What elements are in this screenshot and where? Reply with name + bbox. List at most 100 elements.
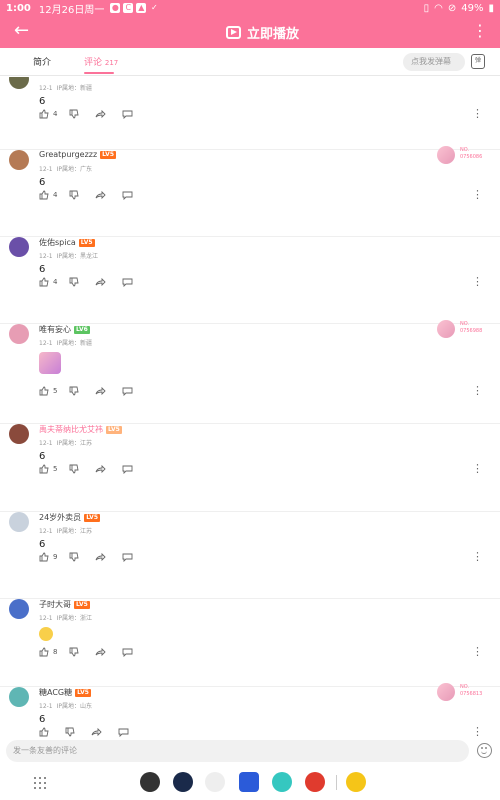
comment-more-icon[interactable]: ⋮	[472, 463, 483, 474]
avatar[interactable]	[9, 599, 29, 619]
avatar[interactable]	[9, 687, 29, 707]
username[interactable]: 禹夫蒂纳比尤艾祎 LV5	[39, 424, 122, 435]
app-messages-icon[interactable]	[205, 772, 225, 792]
avatar[interactable]	[9, 150, 29, 170]
username[interactable]: 唯有妄心 LV6	[39, 324, 90, 335]
thumb-up-icon	[39, 727, 49, 737]
thumb-up-icon	[39, 552, 49, 562]
app-netease-icon[interactable]	[305, 772, 325, 792]
dislike-button[interactable]	[69, 647, 83, 657]
danmu-input[interactable]: 点我发弹幕	[403, 53, 465, 71]
tab-comments[interactable]: 评论 217	[84, 55, 118, 68]
level-badge: LV5	[78, 238, 95, 247]
comment-more-icon[interactable]: ⋮	[472, 189, 483, 200]
dislike-button[interactable]	[69, 386, 83, 396]
reply-button[interactable]	[122, 647, 137, 657]
share-button[interactable]	[95, 277, 110, 287]
like-button[interactable]	[39, 727, 53, 737]
header: ← 立即播放 ⋮	[0, 16, 500, 48]
like-button[interactable]: 8	[39, 647, 57, 657]
avatar[interactable]	[9, 424, 29, 444]
dock-separator	[336, 775, 337, 790]
arrow-left-icon[interactable]: ←	[14, 20, 29, 42]
share-icon	[96, 552, 107, 562]
comment-more-icon[interactable]: ⋮	[472, 726, 483, 737]
dislike-button[interactable]	[69, 277, 83, 287]
reply-button[interactable]	[122, 190, 137, 200]
level-badge: LV5	[84, 513, 101, 522]
username[interactable]: 子时大哥 LV5	[39, 599, 90, 610]
app-drawer-icon[interactable]	[34, 777, 46, 789]
avatar[interactable]	[9, 77, 29, 89]
username[interactable]: Greatpurgezzz LV5	[39, 150, 116, 159]
reply-button[interactable]	[122, 464, 137, 474]
dislike-button[interactable]	[69, 464, 83, 474]
reply-input[interactable]: 发一条友善的评论	[6, 740, 469, 762]
danmu-toggle-icon[interactable]: 弹	[471, 54, 485, 69]
share-button[interactable]	[95, 552, 110, 562]
share-button[interactable]	[95, 386, 110, 396]
app-vector-icon[interactable]	[140, 772, 160, 792]
username-text: 佐佑spica	[39, 238, 76, 247]
avatar[interactable]	[9, 237, 29, 257]
comment-date: 12-1	[39, 166, 53, 173]
app-notes-icon[interactable]	[239, 772, 259, 792]
like-button[interactable]: 4	[39, 277, 57, 287]
username-text: 唯有妄心	[39, 325, 71, 334]
fan-badge-avatar	[437, 146, 455, 164]
status-time: 1:00	[6, 2, 31, 14]
comment-actions: 9	[39, 552, 149, 562]
comment-item: 糖ACG糖 LV5 12-1 IP属地：山东 6 ⋮ NO. 0756813	[0, 683, 500, 737]
thumb-up-icon	[39, 109, 49, 119]
reply-button[interactable]	[118, 727, 133, 737]
tab-intro[interactable]: 简介	[33, 55, 51, 68]
emoji-sticker	[39, 627, 53, 641]
sticker-image	[39, 352, 61, 374]
like-count: 4	[53, 278, 58, 286]
username[interactable]: 糖ACG糖 LV5	[39, 687, 91, 698]
app-qq-icon[interactable]	[346, 772, 366, 792]
share-button[interactable]	[95, 647, 110, 657]
level-badge: LV5	[100, 150, 116, 159]
play-now-button[interactable]: 立即播放	[226, 23, 299, 42]
comment-more-icon[interactable]: ⋮	[472, 108, 483, 119]
dislike-button[interactable]	[69, 552, 83, 562]
level-badge: LV5	[75, 688, 91, 697]
comment-meta: 12-1 IP属地：新疆	[39, 338, 92, 347]
share-button[interactable]	[95, 464, 110, 474]
comment-icon	[123, 648, 133, 657]
reply-button[interactable]	[122, 552, 137, 562]
emoji-icon[interactable]	[477, 743, 492, 758]
dislike-button[interactable]	[69, 109, 83, 119]
dislike-button[interactable]	[69, 190, 83, 200]
reply-button[interactable]	[122, 109, 137, 119]
like-button[interactable]: 5	[39, 464, 57, 474]
comment-more-icon[interactable]: ⋮	[472, 385, 483, 396]
like-button[interactable]: 4	[39, 109, 57, 119]
comment-more-icon[interactable]: ⋮	[472, 646, 483, 657]
app-browser-icon[interactable]	[272, 772, 292, 792]
share-button[interactable]	[95, 109, 110, 119]
dislike-button[interactable]	[65, 727, 79, 737]
comment-meta: 12-1 IP属地：江苏	[39, 438, 92, 447]
avatar[interactable]	[9, 512, 29, 532]
app-camera-icon[interactable]	[173, 772, 193, 792]
more-vertical-icon[interactable]: ⋮	[472, 20, 488, 42]
fan-badge-number: 0756988	[460, 328, 483, 334]
comment-more-icon[interactable]: ⋮	[472, 276, 483, 287]
username[interactable]: 佐佑spica LV5	[39, 237, 95, 248]
share-button[interactable]	[95, 190, 110, 200]
username[interactable]: 24岁外卖员 LV5	[39, 512, 101, 523]
reply-button[interactable]	[122, 277, 137, 287]
comment-item: LV512-1IP属地：新疆64⋮	[0, 77, 500, 150]
avatar[interactable]	[9, 324, 29, 344]
comment-more-icon[interactable]: ⋮	[472, 551, 483, 562]
reply-button[interactable]	[122, 386, 137, 396]
like-button[interactable]: 5	[39, 386, 57, 396]
check-icon: ✓	[150, 3, 158, 12]
comment-text: 6	[39, 451, 46, 462]
fan-badge-label: NO.	[460, 321, 470, 327]
share-button[interactable]	[91, 727, 106, 737]
like-button[interactable]: 4	[39, 190, 57, 200]
like-button[interactable]: 9	[39, 552, 57, 562]
